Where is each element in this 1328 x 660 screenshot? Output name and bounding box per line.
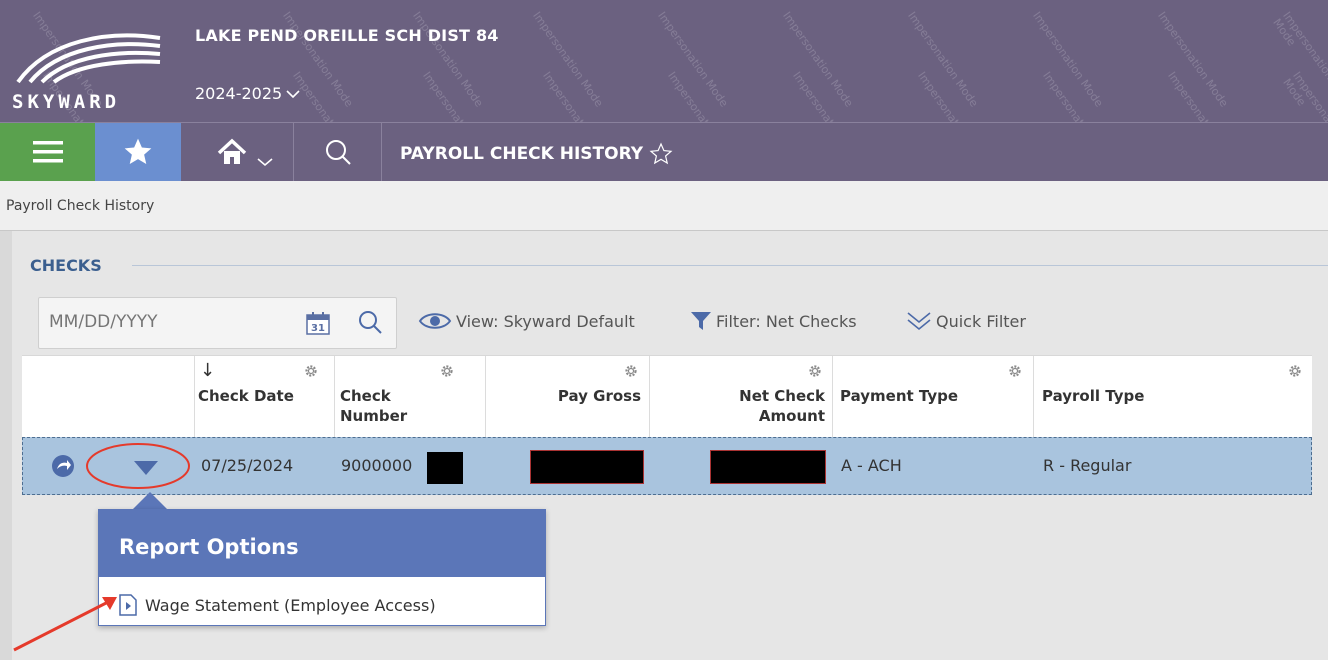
gear-icon[interactable]: [808, 364, 822, 378]
redaction-box: [530, 450, 644, 484]
gear-icon[interactable]: [624, 364, 638, 378]
star-icon: [124, 138, 152, 164]
cell-check-date: 07/25/2024: [201, 456, 294, 475]
column-separator: [832, 356, 833, 438]
left-strip: [0, 231, 12, 660]
filter-label: Filter: Net Checks: [716, 311, 857, 331]
column-header-payment-type[interactable]: Payment Type: [840, 386, 958, 406]
top-header: Impersonation Mode Impersonation Mode Impe…: [0, 0, 1328, 122]
grid-header: ↓ Check Date Check Number Pay Gross Net …: [22, 355, 1312, 438]
page-title-text: PAYROLL CHECK HISTORY: [400, 144, 644, 164]
column-header-line: Net Check: [739, 387, 825, 405]
quick-filter-label: Quick Filter: [936, 311, 1026, 331]
column-header-check-date[interactable]: Check Date: [198, 386, 294, 406]
report-options-dropdown-icon[interactable]: [133, 460, 159, 476]
column-header-pay-gross[interactable]: Pay Gross: [485, 386, 641, 406]
home-button[interactable]: [181, 123, 294, 181]
breadcrumb-bar: Payroll Check History: [0, 181, 1328, 231]
skyward-logo[interactable]: SKYWARD: [8, 20, 188, 110]
redaction-box: [710, 450, 826, 484]
chevron-down-icon: [286, 87, 300, 103]
date-search-box: 31: [38, 297, 397, 349]
eye-icon: [418, 313, 452, 329]
cell-payroll-type: R - Regular: [1043, 456, 1132, 475]
search-icon: [325, 140, 351, 165]
column-separator: [334, 356, 335, 438]
column-header-payroll-type[interactable]: Payroll Type: [1042, 386, 1144, 406]
view-label: View: Skyward Default: [456, 311, 635, 331]
popup-title: Report Options: [99, 510, 545, 577]
column-separator: [194, 356, 195, 438]
nav-bar: PAYROLL CHECK HISTORY: [0, 122, 1328, 181]
filter-selector[interactable]: Filter: Net Checks: [690, 310, 857, 332]
school-year-label: 2024-2025: [195, 84, 283, 103]
cell-check-number: 9000000: [341, 456, 413, 475]
search-button[interactable]: [294, 123, 382, 181]
menu-button[interactable]: [0, 123, 95, 181]
wage-statement-item[interactable]: Wage Statement (Employee Access): [119, 594, 436, 616]
double-chevron-down-icon: [907, 312, 931, 331]
wage-statement-label: Wage Statement (Employee Access): [145, 595, 436, 615]
star-outline-icon[interactable]: [649, 142, 673, 166]
column-header-line: Amount: [758, 407, 825, 425]
cell-payment-type: A - ACH: [841, 456, 902, 475]
hamburger-icon: [32, 141, 63, 163]
section-title: CHECKS: [30, 256, 102, 275]
row-go-icon[interactable]: [51, 454, 75, 478]
table-row[interactable]: 07/25/2024 9000000 A - ACH R - Regular: [22, 437, 1312, 495]
district-name: LAKE PEND OREILLE SCH DIST 84: [195, 26, 499, 45]
calendar-day: 31: [311, 323, 325, 334]
gear-icon[interactable]: [1008, 364, 1022, 378]
logo-text: SKYWARD: [12, 91, 120, 110]
sort-arrow-icon: ↓: [200, 360, 216, 381]
school-year-selector[interactable]: 2024-2025: [195, 84, 300, 103]
column-header-line: Check: [340, 387, 391, 405]
section-divider: [132, 265, 1328, 266]
view-selector[interactable]: View: Skyward Default: [418, 310, 635, 332]
report-options-popup: Report Options Wage Statement (Employee …: [98, 509, 546, 626]
date-input[interactable]: [49, 312, 299, 332]
document-play-icon: [119, 594, 137, 616]
gear-icon[interactable]: [440, 364, 454, 378]
popup-pointer: [133, 492, 167, 509]
page-title: PAYROLL CHECK HISTORY: [400, 142, 673, 166]
gear-icon[interactable]: [1288, 364, 1302, 378]
column-separator: [1033, 356, 1034, 438]
column-header-line: Number: [340, 407, 408, 425]
chevron-down-icon[interactable]: [257, 157, 273, 167]
breadcrumb[interactable]: Payroll Check History: [6, 198, 154, 214]
calendar-icon[interactable]: 31: [305, 310, 331, 336]
search-icon[interactable]: [357, 309, 383, 335]
funnel-icon: [691, 312, 711, 330]
gear-icon[interactable]: [304, 364, 318, 378]
quick-filter-toggle[interactable]: Quick Filter: [906, 310, 1026, 332]
column-header-net-check-amount[interactable]: Net Check Amount: [649, 386, 825, 426]
favorites-button[interactable]: [95, 123, 181, 181]
column-header-check-number[interactable]: Check Number: [340, 386, 407, 426]
redaction-box: [427, 452, 463, 484]
home-icon: [217, 138, 247, 164]
